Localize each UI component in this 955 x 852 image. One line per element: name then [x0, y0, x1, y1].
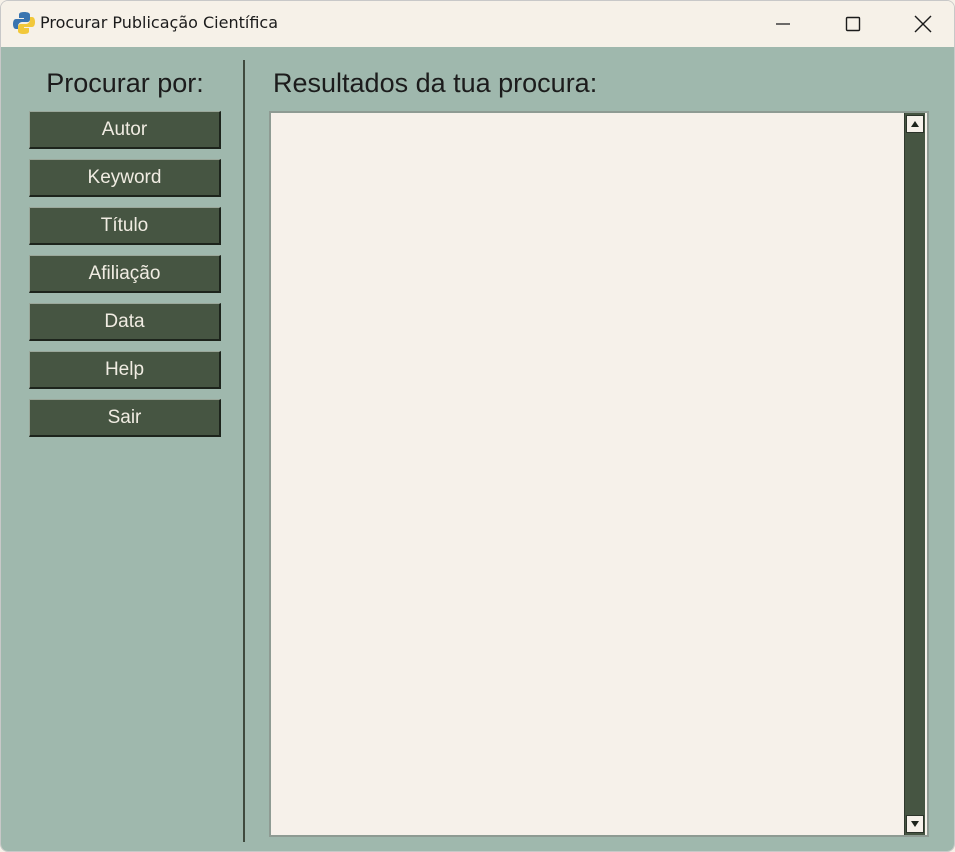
panel-divider	[243, 60, 245, 842]
search-heading: Procurar por:	[46, 68, 204, 98]
minimize-icon	[776, 23, 790, 25]
arrow-up-icon	[911, 121, 919, 127]
date-button[interactable]: Data	[29, 303, 221, 341]
client-area: Procurar por: Autor Keyword Título Afili…	[1, 47, 954, 851]
title-button[interactable]: Título	[29, 207, 221, 245]
scroll-down-button[interactable]	[906, 815, 924, 833]
arrow-down-icon	[911, 821, 919, 827]
title-bar[interactable]: Procurar Publicação Científica	[1, 1, 954, 47]
scroll-up-button[interactable]	[906, 115, 924, 133]
scroll-track[interactable]	[906, 135, 924, 813]
results-textbox[interactable]	[269, 111, 929, 837]
maximize-icon	[845, 16, 861, 32]
close-icon	[914, 15, 932, 33]
search-panel: Procurar por: Autor Keyword Título Afili…	[1, 47, 245, 851]
keyword-button[interactable]: Keyword	[29, 159, 221, 197]
exit-button[interactable]: Sair	[29, 399, 221, 437]
python-icon	[13, 12, 35, 34]
help-button[interactable]: Help	[29, 351, 221, 389]
affiliation-button[interactable]: Afiliação	[29, 255, 221, 293]
close-button[interactable]	[888, 1, 954, 47]
results-heading: Resultados da tua procura:	[273, 68, 598, 98]
author-button[interactable]: Autor	[29, 111, 221, 149]
app-window: Procurar Publicação Científica Procurar …	[0, 0, 955, 852]
maximize-button[interactable]	[818, 1, 888, 47]
minimize-button[interactable]	[748, 1, 818, 47]
results-scrollbar[interactable]	[904, 113, 925, 835]
window-title: Procurar Publicação Científica	[40, 13, 278, 32]
